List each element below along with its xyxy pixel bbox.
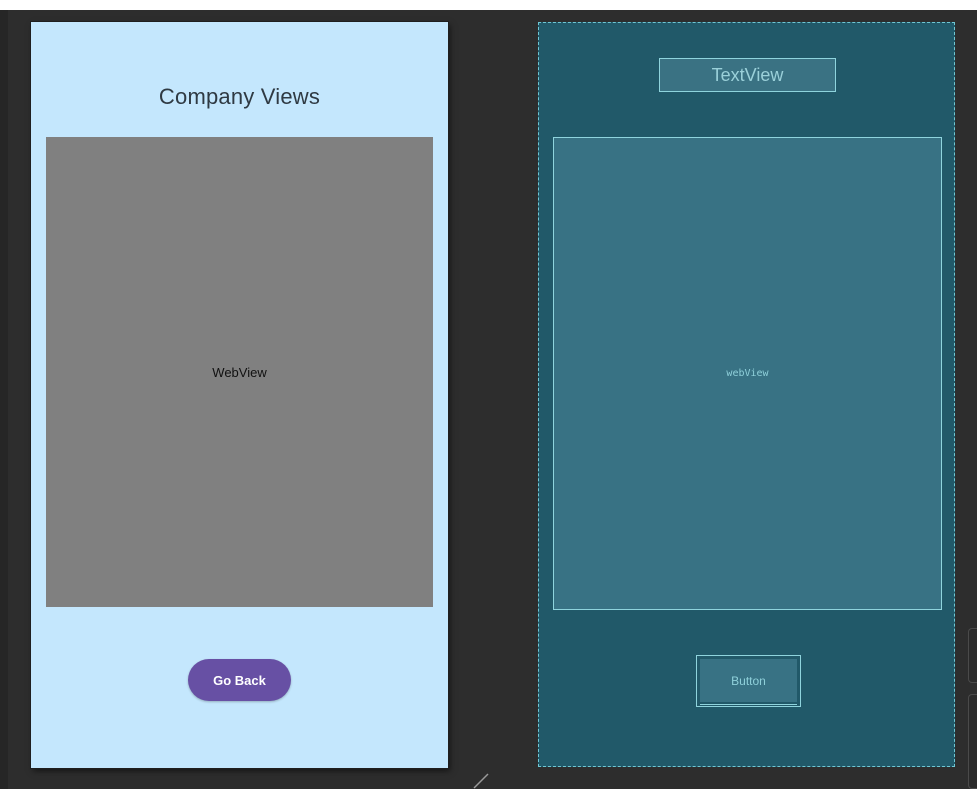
blueprint-button[interactable]: Button xyxy=(696,655,801,707)
layout-editor-canvas: Company Views WebView Go Back TextView w… xyxy=(0,0,977,789)
blueprint-textview[interactable]: TextView xyxy=(659,58,836,92)
go-back-button[interactable]: Go Back xyxy=(188,659,291,701)
resize-handle-glyph xyxy=(473,773,489,789)
blueprint-webview[interactable]: webView xyxy=(553,137,942,610)
top-toolbar-edge xyxy=(0,0,977,10)
resize-handle-icon[interactable] xyxy=(470,766,494,789)
design-surface[interactable]: Company Views WebView Go Back xyxy=(31,22,448,768)
blueprint-button-label: Button xyxy=(731,673,766,688)
blueprint-textview-label: TextView xyxy=(711,64,784,85)
blueprint-surface[interactable]: TextView webView Button xyxy=(538,22,955,767)
blueprint-button-baseline xyxy=(700,704,797,705)
webview-placeholder[interactable]: WebView xyxy=(46,137,433,607)
left-panel-edge xyxy=(0,10,8,789)
blueprint-button-body: Button xyxy=(700,659,797,702)
webview-label: WebView xyxy=(212,364,267,380)
page-title[interactable]: Company Views xyxy=(31,84,448,110)
side-panel-tab[interactable] xyxy=(968,694,977,789)
blueprint-webview-label: webView xyxy=(726,368,769,379)
side-panel-tab[interactable] xyxy=(968,628,977,683)
